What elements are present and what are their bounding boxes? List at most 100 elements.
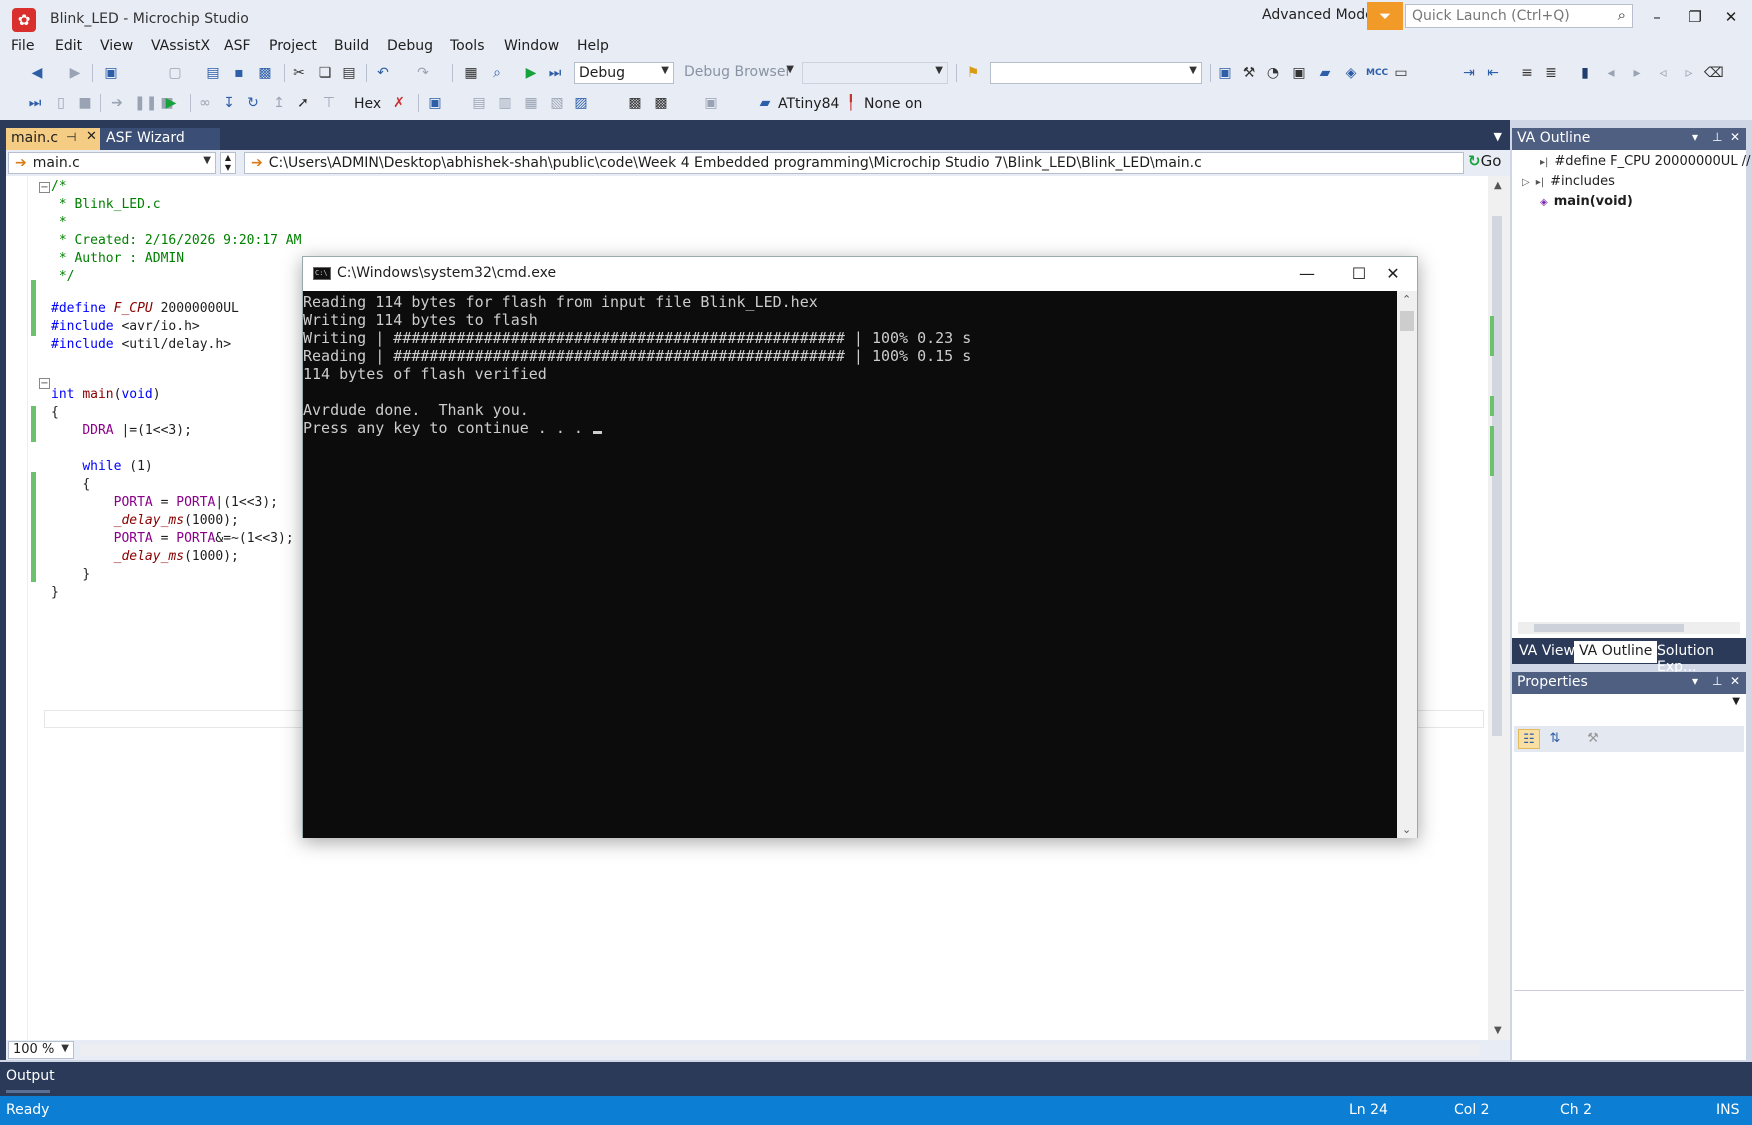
stop-debug-icon[interactable]: ■ [76, 94, 94, 112]
window-layout-icon[interactable]: ▭ [1392, 64, 1410, 82]
menu-window[interactable]: Window [504, 38, 559, 54]
cmd-window[interactable]: C:\ C:\Windows\system32\cmd.exe — ☐ ✕ Re… [302, 256, 1418, 838]
hex-toggle[interactable]: Hex [354, 96, 381, 112]
chip-pins-icon[interactable]: ▩ [626, 94, 644, 112]
filter-icon[interactable]: ⏷ [1367, 2, 1403, 30]
scroll-up-icon[interactable]: ▲ [1494, 180, 1502, 191]
close-icon[interactable]: ✕ [1730, 674, 1740, 688]
scroll-thumb[interactable] [1492, 216, 1502, 736]
tab-va-view[interactable]: VA View [1514, 641, 1580, 663]
step-out-icon[interactable]: ↥ [270, 94, 288, 112]
extensions-icon[interactable]: ◈ [1342, 64, 1360, 82]
memory-icon[interactable]: ▤ [470, 94, 488, 112]
scroll-down-icon[interactable]: ▼ [1494, 1025, 1502, 1036]
property-pages-icon[interactable]: ⚒ [1582, 729, 1604, 749]
mcc-icon[interactable]: MCC [1366, 64, 1388, 82]
quick-launch-input[interactable]: Quick Launch (Ctrl+Q) ⌕ [1405, 4, 1633, 28]
bookmark-icon[interactable]: ▮ [1576, 64, 1594, 82]
back-icon[interactable]: ◀ [28, 64, 46, 82]
break-all-icon[interactable]: ⏭ [26, 94, 44, 112]
close-icon[interactable]: ✕ [1718, 6, 1744, 28]
mcu-icon[interactable]: ▣ [702, 94, 720, 112]
tab-output[interactable]: Output [6, 1068, 55, 1084]
outline-horizontal-scrollbar[interactable] [1518, 622, 1740, 634]
start-debugging-icon[interactable]: ▶ [522, 64, 540, 82]
reset-icon[interactable]: ∞ [196, 94, 214, 112]
menu-debug[interactable]: Debug [387, 38, 433, 54]
prev-bookmark-icon[interactable]: ◂ [1602, 64, 1620, 82]
find-in-files-icon[interactable]: ⚑ [964, 64, 982, 82]
undo-icon[interactable]: ↶ [374, 64, 392, 82]
wrench-icon[interactable]: ⚒ [1240, 64, 1258, 82]
menu-view[interactable]: View [100, 38, 133, 54]
step-into-icon[interactable]: ↧ [220, 94, 238, 112]
forward-icon[interactable]: ▶ [66, 64, 84, 82]
expand-icon[interactable]: ▷ [1522, 177, 1530, 188]
chevron-down-icon[interactable]: ▾ [1692, 130, 1698, 144]
object-selector-dropdown[interactable]: ▼ [1514, 696, 1744, 716]
restore-icon[interactable]: ❐ [1682, 6, 1708, 28]
menu-edit[interactable]: Edit [55, 38, 82, 54]
advanced-mode-label[interactable]: Advanced Mode [1262, 7, 1374, 23]
debug-windows-icon[interactable]: ▣ [426, 94, 444, 112]
minimize-icon[interactable]: — [1287, 261, 1327, 287]
close-icon[interactable]: ✕ [86, 129, 97, 144]
tab-main-c[interactable]: main.c ⊣ ✕ [6, 128, 102, 150]
cmd-title-bar[interactable]: C:\ C:\Windows\system32\cmd.exe — ☐ ✕ [303, 257, 1417, 291]
indent-icon[interactable]: ⇥ [1460, 64, 1478, 82]
device-programming-icon[interactable]: ▣ [1216, 64, 1234, 82]
find-dropdown[interactable]: ▼ [990, 62, 1202, 84]
cut-icon[interactable]: ✂ [290, 64, 308, 82]
disable-breakpoints-icon[interactable]: ✗ [390, 94, 408, 112]
device-icon[interactable]: ▰ [756, 94, 774, 112]
start-without-debugging-icon[interactable]: ⏭ [546, 64, 564, 82]
close-icon[interactable]: ✕ [1730, 130, 1740, 144]
attach-icon[interactable]: ▯ [52, 94, 70, 112]
new-project-icon[interactable]: ▣ [102, 64, 120, 82]
pin-icon[interactable]: ⊥ [1712, 130, 1722, 144]
scroll-thumb[interactable] [1400, 311, 1414, 331]
open-file-icon[interactable]: ▤ [204, 64, 222, 82]
paste-icon[interactable]: ▤ [340, 64, 358, 82]
fold-toggle[interactable]: − [39, 378, 50, 389]
next-bookmark-icon[interactable]: ▸ [1628, 64, 1646, 82]
show-next-statement-icon[interactable]: ➔ [108, 94, 126, 112]
io-view-icon[interactable]: ▦ [522, 94, 540, 112]
tool-name[interactable]: None on [864, 96, 922, 112]
outline-item-define[interactable]: ▸| #define F_CPU 20000000UL // [1540, 154, 1750, 169]
continue-icon[interactable]: ▶ [162, 94, 180, 112]
registers-icon[interactable]: ▥ [496, 94, 514, 112]
chevron-down-icon[interactable]: ▼ [1494, 130, 1502, 143]
device-name[interactable]: ATtiny84 [778, 96, 839, 112]
clear-bookmarks-icon[interactable]: ⌫ [1704, 64, 1724, 82]
solution-explorer-icon[interactable]: ▦ [462, 64, 480, 82]
go-button[interactable]: ↻Go [1468, 152, 1508, 174]
outdent-icon[interactable]: ⇤ [1484, 64, 1502, 82]
alphabetical-icon[interactable]: ⇅ [1544, 729, 1566, 749]
processor-icon[interactable]: ▧ [548, 94, 566, 112]
cmd-vertical-scrollbar[interactable]: ⌃ ⌄ [1397, 291, 1417, 838]
minimize-icon[interactable]: – [1644, 6, 1670, 28]
menu-asf[interactable]: ASF [224, 38, 251, 54]
search-icon[interactable]: ⌕ [1618, 6, 1626, 24]
editor-vertical-scrollbar[interactable]: ▲ ▼ [1488, 176, 1510, 1040]
set-next-statement-icon[interactable]: ⊤ [320, 94, 338, 112]
editor-horizontal-scrollbar[interactable] [80, 1044, 1480, 1056]
scroll-up-icon[interactable]: ⌃ [1402, 293, 1411, 306]
comment-icon[interactable]: ≡ [1518, 64, 1536, 82]
platform-dropdown[interactable]: ▼ [802, 62, 948, 84]
tab-solution-explorer[interactable]: Solution Exp... [1652, 641, 1746, 675]
scroll-down-icon[interactable]: ⌄ [1402, 823, 1411, 836]
next-bookmark-folder-icon[interactable]: ▹ [1680, 64, 1698, 82]
add-item-icon[interactable]: ▢ [166, 64, 184, 82]
menu-vassistx[interactable]: VAssistX [151, 38, 210, 54]
configuration-dropdown[interactable]: Debug ▼ [574, 62, 674, 84]
categorized-icon[interactable]: ☷ [1518, 729, 1540, 749]
uncomment-icon[interactable]: ≣ [1542, 64, 1560, 82]
menu-project[interactable]: Project [269, 38, 317, 54]
tool-icon[interactable]: ╿ [842, 94, 860, 112]
menu-help[interactable]: Help [577, 38, 609, 54]
debug-browser-dropdown[interactable]: Debug Browser ▼ [680, 62, 798, 84]
save-icon[interactable]: ▪ [230, 64, 248, 82]
tab-va-outline[interactable]: VA Outline [1574, 641, 1658, 663]
